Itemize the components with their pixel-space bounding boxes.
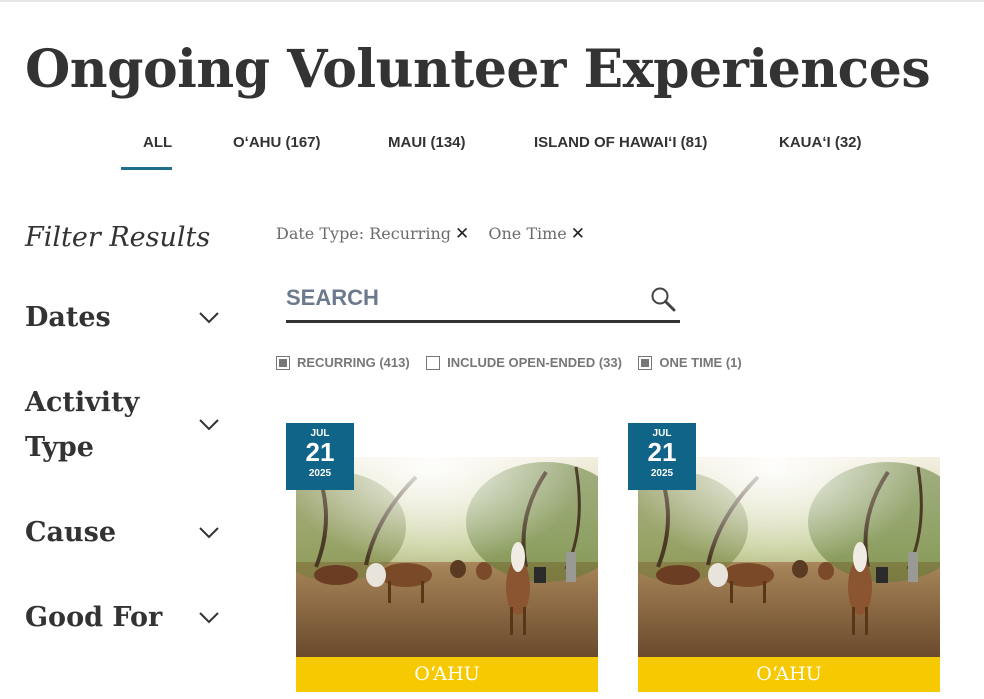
- chevron-down-icon: [199, 526, 219, 538]
- event-card[interactable]: JUL 21 2025 OʻAHU: [628, 423, 940, 699]
- tab-oahu[interactable]: OʻAHU (167): [233, 134, 321, 151]
- checkbox-label: ONE TIME (1): [659, 355, 742, 370]
- filter-good-for-label: Good For: [25, 602, 163, 633]
- chevron-down-icon: [199, 611, 219, 623]
- page-title: Ongoing Volunteer Experiences: [25, 39, 931, 100]
- active-filters: Date Type: Recurring ✕ One Time ✕: [276, 224, 599, 244]
- filter-activity-type-label: Activity Type: [25, 387, 140, 463]
- top-divider: [0, 0, 984, 2]
- chevron-down-icon: [199, 419, 219, 431]
- filter-dates[interactable]: Dates: [25, 295, 225, 340]
- filter-heading: Filter Results: [25, 222, 211, 253]
- date-day: 21: [647, 437, 677, 467]
- close-icon[interactable]: ✕: [455, 224, 469, 244]
- checkbox-box[interactable]: [426, 355, 441, 370]
- checkbox-label: INCLUDE OPEN-ENDED (33): [447, 355, 622, 370]
- close-icon[interactable]: ✕: [571, 224, 585, 244]
- date-badge: JUL 21 2025: [286, 423, 354, 490]
- event-card[interactable]: JUL 21 2025 OʻAHU: [286, 423, 598, 699]
- chevron-down-icon: [199, 311, 219, 323]
- tab-kauai[interactable]: KAUAʻI (32): [779, 134, 862, 151]
- tab-all[interactable]: ALL: [120, 134, 173, 170]
- search-input[interactable]: [286, 280, 636, 316]
- date-day: 21: [305, 437, 335, 467]
- island-label: OʻAHU: [296, 657, 598, 692]
- chip-label: Date Type: Recurring: [276, 224, 451, 243]
- tab-maui[interactable]: MAUI (134): [388, 134, 466, 151]
- checkbox-one-time[interactable]: ONE TIME (1): [638, 355, 742, 370]
- checkbox-label: RECURRING (413): [297, 355, 410, 370]
- island-tabs: ALL OʻAHU (167) MAUI (134) ISLAND OF HAW…: [0, 128, 984, 170]
- checkbox-include-open-ended[interactable]: INCLUDE OPEN-ENDED (33): [426, 355, 622, 370]
- date-year: 2025: [650, 468, 674, 479]
- checkbox-recurring[interactable]: RECURRING (413): [276, 355, 410, 370]
- date-year: 2025: [308, 468, 332, 479]
- search-icon[interactable]: [650, 286, 676, 312]
- filter-cause[interactable]: Cause: [25, 510, 225, 555]
- filter-cause-label: Cause: [25, 517, 116, 548]
- date-badge: JUL 21 2025: [628, 423, 696, 490]
- filter-good-for[interactable]: Good For: [25, 595, 225, 640]
- checkbox-box[interactable]: [276, 355, 290, 370]
- chip-label: One Time: [488, 224, 567, 243]
- type-checkboxes: RECURRING (413) INCLUDE OPEN-ENDED (33) …: [276, 355, 754, 375]
- checkbox-box[interactable]: [638, 355, 653, 370]
- chip-one-time[interactable]: One Time ✕: [488, 224, 585, 244]
- island-label: OʻAHU: [638, 657, 940, 692]
- filter-activity-type[interactable]: Activity Type: [25, 380, 225, 470]
- search-bar: [286, 280, 680, 323]
- chip-date-type-recurring[interactable]: Date Type: Recurring ✕: [276, 224, 469, 244]
- filter-dates-label: Dates: [25, 302, 111, 333]
- tab-island-of-hawaii[interactable]: ISLAND OF HAWAIʻI (81): [534, 134, 707, 151]
